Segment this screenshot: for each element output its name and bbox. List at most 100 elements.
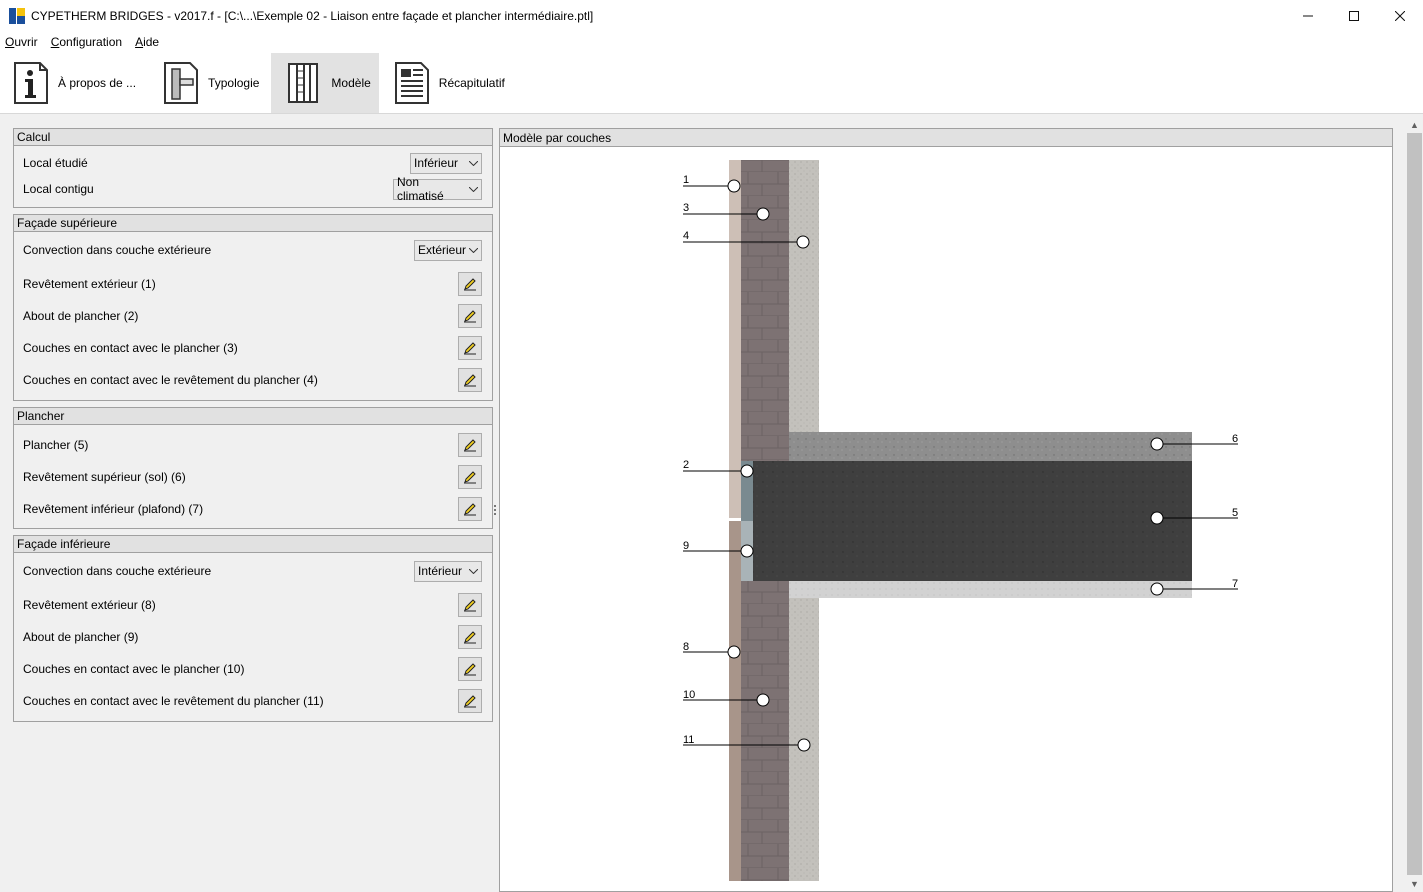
about-plancher-9-label: About de plancher (9) bbox=[23, 630, 139, 644]
upper-brick-layer bbox=[741, 160, 789, 461]
plancher-5-label: Plancher (5) bbox=[23, 438, 89, 452]
menu-configuration[interactable]: Configuration bbox=[51, 35, 122, 49]
convection-sup-label: Convection dans couche extérieure bbox=[23, 243, 212, 257]
pencil-icon bbox=[464, 471, 476, 484]
svg-text:10: 10 bbox=[683, 689, 695, 701]
svg-text:3: 3 bbox=[683, 202, 689, 214]
chevron-down-icon bbox=[466, 186, 481, 192]
svg-text:7: 7 bbox=[1232, 578, 1238, 590]
model-panel-title: Modèle par couches bbox=[500, 129, 1392, 147]
about-label: À propos de ... bbox=[58, 75, 137, 90]
layered-model-drawing: 1 3 4 6 2 5 9 7 8 10 11 bbox=[683, 160, 1238, 881]
pencil-icon bbox=[464, 695, 476, 708]
convection-inf-label: Convection dans couche extérieure bbox=[23, 564, 212, 578]
couches-revetement-11-label: Couches en contact avec le revêtement du… bbox=[23, 694, 324, 708]
pencil-icon bbox=[464, 631, 476, 644]
pencil-icon bbox=[464, 278, 476, 291]
pencil-icon bbox=[464, 374, 476, 387]
chevron-down-icon bbox=[466, 247, 481, 253]
edit-about-plancher-2-button[interactable] bbox=[458, 304, 482, 328]
edit-revetement-exterieur-8-button[interactable] bbox=[458, 593, 482, 617]
local-etudie-label: Local étudié bbox=[23, 156, 88, 170]
pencil-icon bbox=[464, 439, 476, 452]
svg-text:1: 1 bbox=[683, 174, 689, 186]
pencil-icon bbox=[464, 663, 476, 676]
typology-icon bbox=[164, 61, 199, 104]
menu-ouvrir[interactable]: Ouvrir bbox=[5, 35, 38, 49]
svg-text:4: 4 bbox=[683, 230, 689, 242]
group-plancher: Plancher Plancher (5) Revêtement supérie… bbox=[13, 407, 493, 529]
svg-text:2: 2 bbox=[683, 459, 689, 471]
revetement-inferieur-7-label: Revêtement inférieur (plafond) (7) bbox=[23, 502, 204, 516]
close-button[interactable] bbox=[1377, 0, 1423, 31]
group-plancher-title: Plancher bbox=[14, 408, 492, 425]
modele-button[interactable]: Modèle bbox=[271, 52, 379, 113]
menu-bar: Ouvrir Configuration Aide bbox=[0, 31, 1423, 52]
window-title: CYPETHERM BRIDGES - v2017.f - [C:\...\Ex… bbox=[31, 8, 594, 23]
model-icon bbox=[288, 62, 319, 103]
group-calcul-title: Calcul bbox=[14, 129, 492, 146]
upper-interior-plaster bbox=[789, 160, 819, 432]
couches-plancher-3-label: Couches en contact avec le plancher (3) bbox=[23, 341, 238, 355]
edit-couches-plancher-3-button[interactable] bbox=[458, 336, 482, 360]
couches-revetement-4-label: Couches en contact avec le revêtement du… bbox=[23, 373, 318, 387]
menu-aide[interactable]: Aide bbox=[135, 35, 159, 49]
edit-couches-revetement-4-button[interactable] bbox=[458, 368, 482, 392]
svg-text:11: 11 bbox=[683, 734, 694, 746]
pencil-icon bbox=[464, 342, 476, 355]
info-icon bbox=[14, 61, 48, 104]
revetement-superieur-6-label: Revêtement supérieur (sol) (6) bbox=[23, 470, 186, 484]
chevron-down-icon bbox=[465, 160, 481, 166]
group-facade-superieure: Façade supérieure Convection dans couche… bbox=[13, 214, 493, 401]
model-panel: Modèle par couches 1 3 4 6 2 5 9 7 8 10 … bbox=[499, 128, 1393, 892]
pencil-icon bbox=[464, 503, 476, 516]
edit-couches-plancher-10-button[interactable] bbox=[458, 657, 482, 681]
local-etudie-select[interactable]: Inférieur bbox=[410, 152, 482, 174]
edit-couches-revetement-11-button[interactable] bbox=[458, 689, 482, 713]
edit-plancher-5-button[interactable] bbox=[458, 433, 482, 457]
svg-text:9: 9 bbox=[683, 540, 689, 552]
scroll-thumb[interactable] bbox=[1407, 133, 1422, 875]
svg-text:6: 6 bbox=[1232, 433, 1238, 445]
properties-panel: Calcul Local étudié Inférieur Local cont… bbox=[13, 128, 493, 728]
group-facade-inferieure: Façade inférieure Convection dans couche… bbox=[13, 535, 493, 722]
main-toolbar: À propos de ... Typologie Modèle Récapit… bbox=[0, 52, 1423, 114]
vertical-scrollbar[interactable]: ▲ ▼ bbox=[1406, 116, 1423, 892]
edit-revetement-inferieur-7-button[interactable] bbox=[458, 497, 482, 521]
typologie-button[interactable]: Typologie bbox=[148, 53, 267, 113]
group-facade-inferieure-title: Façade inférieure bbox=[14, 536, 492, 553]
convection-sup-select[interactable]: Extérieur bbox=[414, 239, 482, 261]
lower-brick-layer bbox=[741, 581, 789, 881]
convection-inf-select[interactable]: Intérieur bbox=[414, 560, 482, 582]
group-facade-superieure-title: Façade supérieure bbox=[14, 215, 492, 232]
pencil-icon bbox=[464, 310, 476, 323]
group-calcul: Calcul Local étudié Inférieur Local cont… bbox=[13, 128, 493, 208]
lower-exterior-render bbox=[729, 521, 741, 881]
title-bar: CYPETHERM BRIDGES - v2017.f - [C:\...\Ex… bbox=[0, 0, 1423, 31]
typologie-label: Typologie bbox=[208, 75, 260, 90]
scroll-down-icon[interactable]: ▼ bbox=[1406, 875, 1423, 892]
revetement-exterieur-1-label: Revêtement extérieur (1) bbox=[23, 277, 156, 291]
floor-slab bbox=[753, 461, 1192, 581]
floor-screed bbox=[789, 432, 1192, 461]
couches-plancher-10-label: Couches en contact avec le plancher (10) bbox=[23, 662, 245, 676]
recapitulatif-button[interactable]: Récapitulatif bbox=[383, 53, 513, 113]
minimize-button[interactable] bbox=[1285, 0, 1331, 31]
scroll-up-icon[interactable]: ▲ bbox=[1406, 116, 1423, 133]
edit-revetement-exterieur-1-button[interactable] bbox=[458, 272, 482, 296]
revetement-exterieur-8-label: Revêtement extérieur (8) bbox=[23, 598, 156, 612]
recapitulatif-label: Récapitulatif bbox=[438, 75, 505, 90]
edit-revetement-superieur-6-button[interactable] bbox=[458, 465, 482, 489]
svg-text:8: 8 bbox=[683, 641, 689, 653]
chevron-down-icon bbox=[465, 568, 481, 574]
modele-label: Modèle bbox=[331, 75, 371, 90]
summary-icon bbox=[394, 61, 429, 104]
app-logo-icon bbox=[9, 7, 25, 24]
about-plancher-2-label: About de plancher (2) bbox=[23, 309, 139, 323]
svg-text:5: 5 bbox=[1232, 507, 1238, 519]
panel-splitter[interactable] bbox=[494, 505, 497, 519]
about-button[interactable]: À propos de ... bbox=[0, 53, 144, 113]
maximize-button[interactable] bbox=[1331, 0, 1377, 31]
edit-about-plancher-9-button[interactable] bbox=[458, 625, 482, 649]
local-contigu-select[interactable]: Non climatisé bbox=[393, 175, 482, 203]
